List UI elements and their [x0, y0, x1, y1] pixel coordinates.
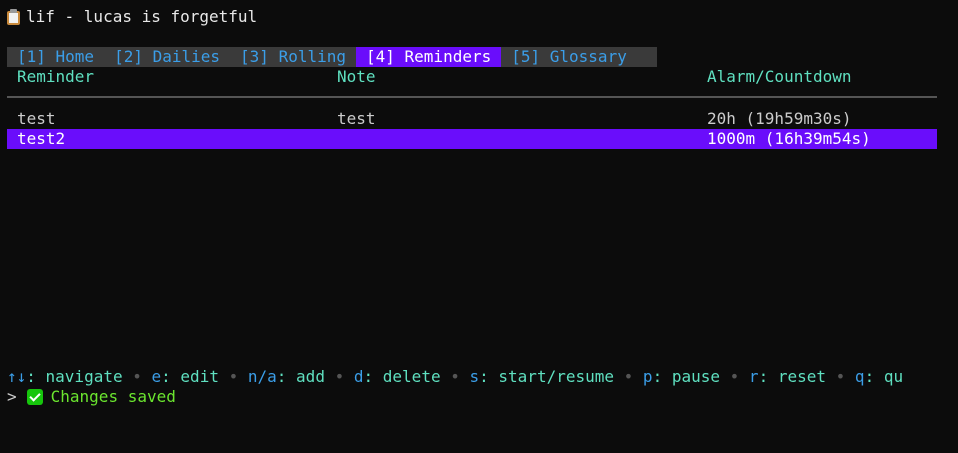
- row-reminder: test: [17, 109, 56, 128]
- key-pause: p: [642, 367, 653, 386]
- action-add: : add: [276, 367, 325, 386]
- separator: •: [729, 367, 740, 386]
- column-header-alarm: Alarm/Countdown: [707, 67, 852, 86]
- prompt-symbol: >: [7, 387, 17, 406]
- key-edit: e: [151, 367, 162, 386]
- header-divider: [7, 96, 937, 98]
- reminders-table: Reminder Note Alarm/Countdown test test …: [7, 67, 937, 149]
- column-header-note: Note: [337, 67, 376, 86]
- key-quit: q: [854, 367, 865, 386]
- separator: •: [132, 367, 142, 386]
- action-reset: : reset: [758, 367, 826, 386]
- action-edit: : edit: [161, 367, 219, 386]
- action-pause: : pause: [652, 367, 720, 386]
- tab-rolling[interactable]: [3] Rolling: [230, 47, 356, 67]
- app-title: lif - lucas is forgetful: [26, 7, 258, 26]
- title-bar: lif - lucas is forgetful: [7, 7, 257, 27]
- row-alarm: 20h (19h59m30s): [707, 109, 852, 128]
- status-line: > Changes saved: [7, 387, 176, 407]
- separator: •: [228, 367, 239, 386]
- separator: •: [450, 367, 460, 386]
- check-icon: [26, 389, 43, 405]
- table-row[interactable]: test test 20h (19h59m30s): [7, 109, 937, 129]
- row-alarm: 1000m (16h39m54s): [707, 129, 871, 148]
- table-row-selected[interactable]: test2 1000m (16h39m54s): [7, 129, 937, 149]
- status-message: Changes saved: [50, 387, 176, 406]
- tab-glossary[interactable]: [5] Glossary: [501, 47, 637, 67]
- tab-home[interactable]: [1] Home: [7, 47, 104, 67]
- action-navigate: : navigate: [26, 367, 123, 386]
- key-navigate: ↑↓: [7, 367, 27, 386]
- tab-reminders[interactable]: [4] Reminders: [356, 47, 502, 67]
- separator: •: [623, 367, 634, 386]
- action-start: : start/resume: [479, 367, 614, 386]
- table-header: Reminder Note Alarm/Countdown: [7, 67, 937, 87]
- separator: •: [835, 367, 846, 386]
- key-start: s: [469, 367, 480, 386]
- clipboard-icon: [7, 9, 20, 25]
- key-delete: d: [353, 367, 364, 386]
- tab-dailies[interactable]: [2] Dailies: [104, 47, 230, 67]
- action-delete: : delete: [363, 367, 441, 386]
- action-quit: : qu: [864, 367, 904, 386]
- key-add: n/a: [247, 367, 277, 386]
- tab-bar: [1] Home [2] Dailies [3] Rolling [4] Rem…: [7, 47, 657, 67]
- row-note: test: [337, 109, 376, 128]
- keybinding-help: ↑↓: navigate • e: edit • n/a: add • d: d…: [7, 367, 903, 387]
- separator: •: [334, 367, 345, 386]
- column-header-reminder: Reminder: [17, 67, 95, 86]
- row-reminder: test2: [17, 129, 66, 148]
- key-reset: r: [748, 367, 759, 386]
